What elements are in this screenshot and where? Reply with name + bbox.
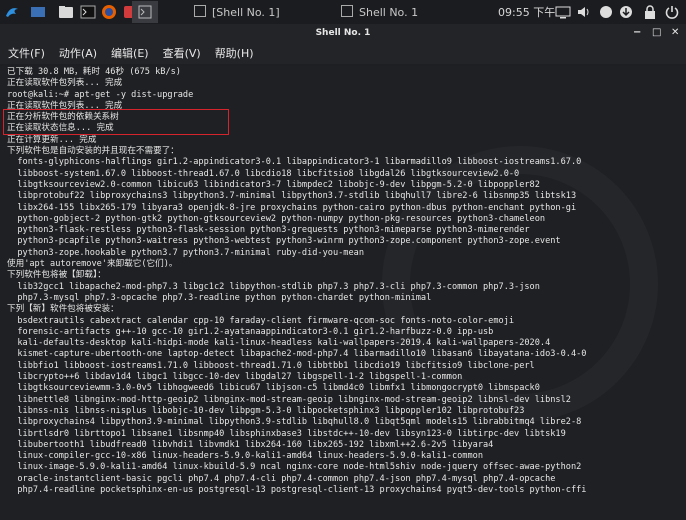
terminal-line: 正在读取软件包列表... 完成: [7, 78, 123, 89]
task-terminal-icon: [341, 4, 353, 20]
lock-icon[interactable]: [642, 4, 658, 20]
menu-edit[interactable]: 编辑(E): [111, 45, 149, 61]
terminal-line: libgtksourceviewmm-3.0-0v5 libhogweed6 l…: [7, 383, 540, 394]
maximize-button[interactable]: □: [652, 24, 661, 42]
terminal-line: 下列软件包将被【卸载】：: [7, 270, 106, 281]
terminal-output[interactable]: 已下载 30.8 MB，耗时 46秒 (675 kB/s) 正在读取软件包列表..…: [0, 66, 686, 520]
terminal-line: python3-pcapfile python3-waitress python…: [7, 236, 561, 247]
terminal-line: python3-flask-restless python3-flask-ses…: [7, 225, 530, 236]
command-highlight-box: [3, 109, 229, 135]
terminal-line: python3-zope.hookable python3.7 python3.…: [7, 247, 364, 258]
menu-file[interactable]: 文件(F): [8, 45, 45, 61]
terminal-line: 正在计算更新... 完成: [7, 134, 97, 145]
kali-menu-icon[interactable]: [4, 4, 20, 20]
window-titlebar[interactable]: Shell No. 1 − □ ✕: [0, 24, 686, 42]
menu-action[interactable]: 动作(A): [59, 45, 97, 61]
update-icon[interactable]: [618, 4, 634, 20]
notification-icon[interactable]: [598, 4, 614, 20]
task-label: [Shell No. 1]: [212, 5, 280, 19]
terminal-line: libnss-nis libnss-nisplus libobjc-10-dev…: [7, 405, 525, 416]
close-button[interactable]: ✕: [671, 24, 679, 42]
terminal-line: libnettle8 libnginx-mod-http-geoip2 libn…: [7, 394, 571, 405]
power-icon[interactable]: [664, 4, 680, 20]
menu-help[interactable]: 帮助(H): [215, 45, 254, 61]
terminal-line: oracle-instantclient-basic pgcli php7.4 …: [7, 473, 556, 484]
terminal-line: librtlsdr0 librttopo1 libsane1 libsnmp40…: [7, 428, 566, 439]
task-label: Shell No. 1: [359, 5, 419, 19]
terminal-window: Shell No. 1 − □ ✕ 文件(F) 动作(A) 编辑(E) 查看(V…: [0, 24, 686, 520]
minimize-button[interactable]: −: [633, 24, 641, 42]
screen-icon[interactable]: [555, 4, 571, 20]
terminal-line: root@kali:~# apt-get -y dist-upgrade: [7, 89, 194, 100]
window-title: Shell No. 1: [315, 28, 371, 38]
terminal-line: 已下载 30.8 MB，耗时 46秒 (675 kB/s): [7, 67, 181, 77]
terminal-line: php7.3-mysql php7.3-opcache php7.3-readl…: [7, 292, 432, 303]
terminal-line: fonts-glyphicons-halflings gir1.2-appind…: [7, 157, 582, 168]
terminal-line: kismet-capture-ubertooth-one laptop-dete…: [7, 349, 587, 360]
terminal-line: forensic-artifacts g++-10 gcc-10 gir1.2-…: [7, 326, 494, 337]
terminal-line: lib32gcc1 libapache2-mod-php7.3 libgc1c2…: [7, 281, 540, 292]
terminal-line: libx264-155 libx265-179 libyara3 openjdk…: [7, 202, 577, 213]
terminal-line: kali-defaults-desktop kali-hidpi-mode ka…: [7, 338, 551, 349]
terminal-line: libcrypto++6 libdav1d4 libgc1 libgcc-10-…: [7, 372, 463, 383]
terminal-line: libbfio1 libboost-iostreams1.71.0 libboo…: [7, 360, 535, 371]
terminal-line: 下列软件包是自动安装的并且现在不需要了：: [7, 146, 179, 157]
terminal-line: libgtksourceview2.0-common libicu63 libi…: [7, 179, 540, 190]
browser-icon[interactable]: [101, 4, 117, 20]
task-shell-1[interactable]: [Shell No. 1]: [194, 1, 280, 23]
terminal-line: linux-compiler-gcc-10-x86 linux-headers-…: [7, 451, 483, 462]
terminal-line: 使用'apt autoremove'来卸载它(它们)。: [7, 259, 178, 270]
terminal-line: 下列【新】软件包将被安装：: [7, 304, 119, 315]
terminal-line: python-gobject-2 python-gtk2 python-gtks…: [7, 213, 546, 224]
task-terminal-icon: [194, 4, 206, 20]
show-desktop-icon[interactable]: [30, 4, 46, 20]
task-terminal-active[interactable]: [132, 1, 158, 23]
terminal-line: libubertooth1 libudfread0 libvhdi1 libvm…: [7, 439, 494, 450]
menu-bar: 文件(F) 动作(A) 编辑(E) 查看(V) 帮助(H): [0, 42, 686, 64]
taskbar: [Shell No. 1] Shell No. 1 09:55 下午: [0, 0, 686, 24]
terminal-line: libproxychains4 libpython3.9-minimal lib…: [7, 417, 582, 428]
terminal-line: libboost-system1.67.0 libboost-thread1.6…: [7, 168, 520, 179]
menu-view[interactable]: 查看(V): [163, 45, 201, 61]
terminal-line: php7.4-readline pocketsphinx-en-us postg…: [7, 484, 587, 495]
file-manager-icon[interactable]: [58, 4, 74, 20]
terminal-line: bsdextrautils cabextract calendar cpp-10…: [7, 315, 515, 326]
volume-icon[interactable]: [576, 4, 592, 20]
terminal-line: libprotobuf22 libproxychains3 libpython3…: [7, 191, 577, 202]
terminal-icon[interactable]: [80, 4, 96, 20]
terminal-line: linux-image-5.9.0-kali1-amd64 linux-kbui…: [7, 462, 582, 473]
clock[interactable]: 09:55 下午: [498, 0, 555, 24]
task-shell-2[interactable]: Shell No. 1: [341, 1, 418, 23]
